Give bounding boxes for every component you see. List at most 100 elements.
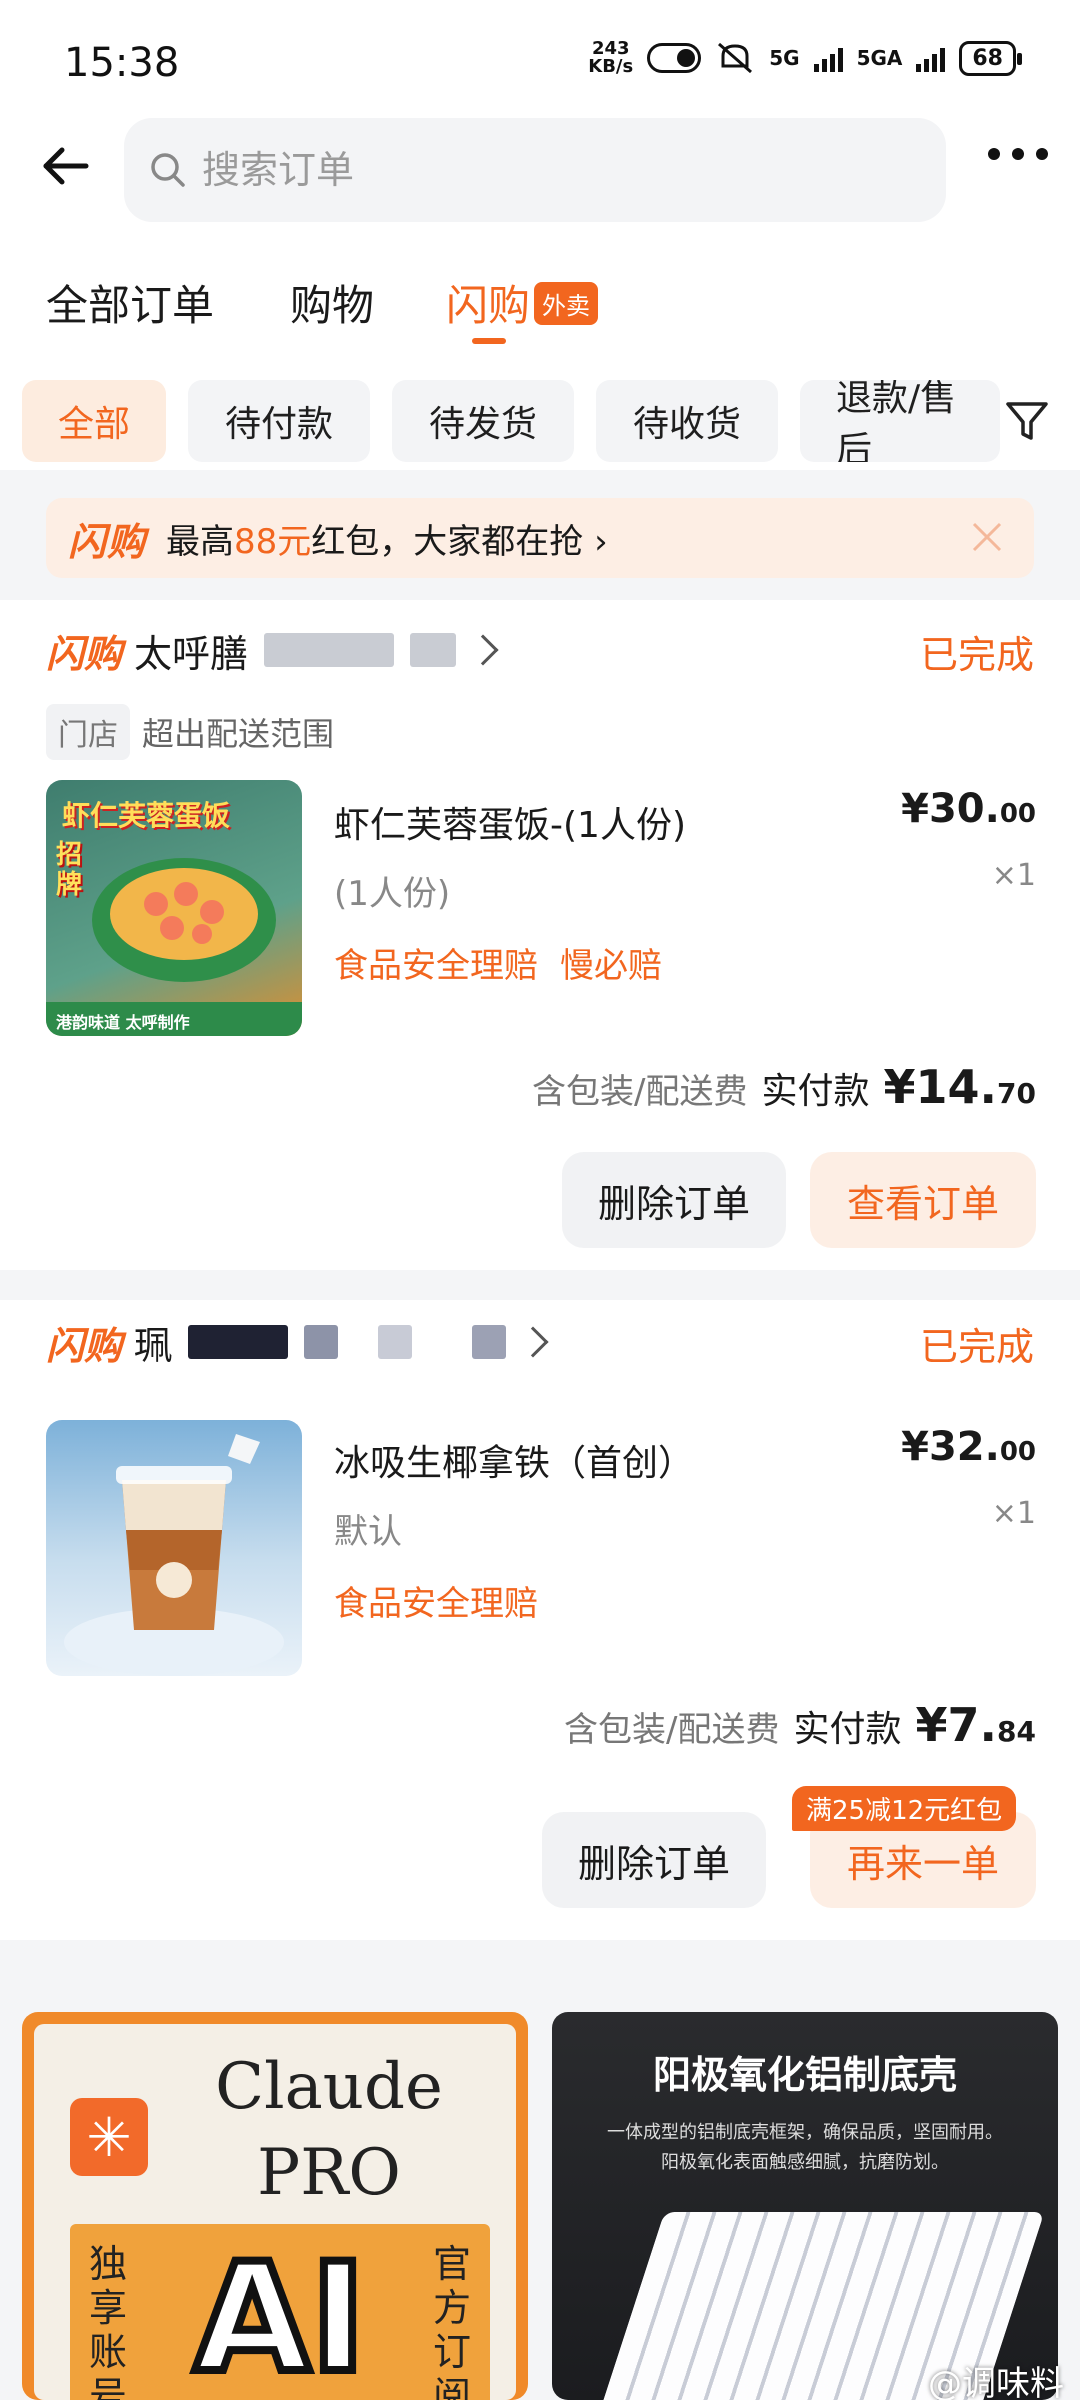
redacted-block (472, 1325, 507, 1359)
order-total: 含包装/配送费 实付款 ¥7.84 (564, 1698, 1036, 1752)
view-order-button[interactable]: 查看订单 (810, 1152, 1036, 1248)
close-icon[interactable] (970, 520, 1004, 554)
dish-plate-icon (92, 858, 276, 982)
flash-buy-logo: 闪购 (68, 519, 147, 564)
filter-icon[interactable] (1004, 398, 1050, 444)
chip-pending-receipt[interactable]: 待收货 (596, 380, 778, 462)
item-quantity: ×1 (991, 1496, 1036, 1531)
chip-refund[interactable]: 退款/售后 (800, 380, 1000, 462)
ad-side-right: 官方订阅 (432, 2242, 471, 2400)
delete-order-button[interactable]: 删除订单 (562, 1152, 786, 1248)
ad-title: Claude PRO (215, 2050, 443, 2210)
item-tags: 食品安全理赔 慢必赔 (334, 938, 662, 987)
item-tag: 慢必赔 (560, 946, 662, 986)
delete-order-button[interactable]: 删除订单 (542, 1812, 766, 1908)
tab-all-orders[interactable]: 全部订单 (46, 272, 214, 333)
more-menu-button[interactable] (988, 148, 1048, 160)
signal-bars-icon-2 (916, 44, 946, 72)
redacted-block (304, 1325, 339, 1359)
paid-label: 实付款 (761, 1071, 870, 1112)
chip-all[interactable]: 全部 (22, 380, 166, 462)
item-name: 冰吸生椰拿铁（首创） (334, 1443, 695, 1484)
item-name: 虾仁芙蓉蛋饭-(1人份) (334, 805, 686, 846)
sparkle-logo-icon: ✳ (70, 2098, 148, 2176)
store-tag: 门店 (46, 704, 130, 760)
flash-buy-logo: 闪购 (46, 631, 123, 676)
dot-icon (1036, 148, 1048, 160)
iced-coffee-cup-icon (64, 1434, 284, 1676)
signal-bars-icon (813, 44, 843, 72)
recommendation-ads: ✳ Claude PRO 独享账号 AI 官方订阅 阳极氧化铝制底壳 一体成型的… (0, 2000, 1080, 2400)
ad-subtext: 一体成型的铝制底壳框架，确保品质，坚固耐用。 (607, 2122, 1003, 2143)
status-bar: 15:38 243 KB/s 5G 5GA 68 (0, 0, 1080, 120)
item-quantity: ×1 (991, 858, 1036, 893)
ai-text: AI (190, 2230, 370, 2400)
tab-shopping[interactable]: 购物 (290, 272, 374, 333)
tab-flash-buy[interactable]: 闪购 (446, 272, 531, 344)
product-thumbnail[interactable] (46, 1420, 302, 1676)
coupon-badge: 满25减12元红包 (792, 1786, 1017, 1831)
promo-banner[interactable]: 闪购 最高88元红包，大家都在抢 › (46, 498, 1034, 578)
tab-active-indicator (472, 338, 506, 344)
paid-label: 实付款 (793, 1709, 902, 1750)
signal-label-2: 5GA (856, 46, 903, 70)
paid-amount: ¥14.70 (883, 1060, 1036, 1114)
takeout-badge: 外卖 (534, 282, 598, 325)
store-name: 珮 (134, 1323, 173, 1368)
redacted-block (188, 1325, 289, 1359)
store-row[interactable]: 闪购 珮 (46, 1314, 549, 1370)
flash-buy-logo: 闪购 (46, 1323, 123, 1368)
battery-icon: 68 (959, 40, 1022, 76)
store-row[interactable]: 闪购 太呼膳 (46, 622, 499, 678)
fee-label: 含包装/配送费 (564, 1710, 780, 1750)
chip-pending-payment[interactable]: 待付款 (188, 380, 370, 462)
order-card[interactable]: 闪购 太呼膳 已完成 门店 超出配送范围 虾仁芙蓉蛋饭 招牌 港韵味道 太呼制作… (0, 600, 1080, 1270)
item-price: ¥32.00 (901, 1424, 1036, 1470)
chevron-right-icon (517, 1326, 549, 1358)
paid-amount: ¥7.84 (915, 1698, 1036, 1752)
mute-icon (718, 42, 753, 74)
filter-chips: 全部 待付款 待发货 待收货 退款/售后 (22, 380, 1022, 462)
toggle-icon (647, 43, 702, 73)
product-thumbnail[interactable]: 虾仁芙蓉蛋饭 招牌 港韵味道 太呼制作 (46, 780, 302, 1036)
ad-card[interactable]: 阳极氧化铝制底壳 一体成型的铝制底壳框架，确保品质，坚固耐用。 阳极氧化表面触感… (552, 2012, 1058, 2400)
item-tag: 食品安全理赔 (334, 946, 538, 986)
fee-label: 含包装/配送费 (532, 1072, 748, 1112)
watermark: @调味料 (928, 2364, 1064, 2400)
item-tags: 食品安全理赔 (334, 1576, 538, 1625)
ad-headline: 阳极氧化铝制底壳 (652, 2053, 957, 2097)
status-time: 15:38 (64, 40, 180, 86)
redacted-block (410, 633, 457, 667)
ad-inner: ✳ Claude PRO 独享账号 AI 官方订阅 (34, 2024, 516, 2400)
item-tag: 食品安全理赔 (334, 1584, 538, 1624)
tab-flash-buy-label: 闪购 (446, 281, 531, 330)
order-total: 含包装/配送费 实付款 ¥14.70 (532, 1060, 1036, 1114)
ai-banner: 独享账号 AI 官方订阅 (70, 2224, 490, 2400)
net-speed: 243 KB/s (588, 38, 634, 77)
delivery-range-note: 超出配送范围 (142, 715, 335, 753)
item-spec: (1人份) (334, 874, 451, 914)
ad-subtext: 阳极氧化表面触感细腻，抗磨防划。 (661, 2152, 949, 2173)
chip-pending-shipment[interactable]: 待发货 (392, 380, 574, 462)
status-icons: 243 KB/s 5G 5GA 68 (588, 38, 1022, 77)
store-name: 太呼膳 (134, 631, 249, 676)
order-card[interactable]: 闪购 珮 已完成 冰吸生椰拿铁（首创） 默认 食品安全理赔 ¥32.00 ×1 … (0, 1300, 1080, 1940)
thumb-footer: 港韵味道 太呼制作 (46, 1002, 302, 1036)
ad-card[interactable]: ✳ Claude PRO 独享账号 AI 官方订阅 (22, 2012, 528, 2400)
ad-side-left: 独享账号 (88, 2242, 127, 2400)
search-bar[interactable] (124, 118, 946, 222)
order-status: 已完成 (919, 1325, 1034, 1369)
order-status: 已完成 (919, 633, 1034, 677)
back-arrow-icon[interactable] (34, 136, 94, 196)
signal-label-1: 5G (769, 46, 800, 70)
chevron-right-icon (467, 634, 499, 666)
search-icon (151, 153, 185, 187)
dot-icon (988, 148, 1000, 160)
store-meta: 门店 超出配送范围 (46, 704, 334, 760)
dot-icon (1012, 148, 1024, 160)
search-input[interactable] (202, 148, 902, 192)
item-price: ¥30.00 (901, 786, 1036, 832)
promo-text: 最高88元红包，大家都在抢 › (166, 521, 608, 562)
item-spec: 默认 (334, 1512, 402, 1552)
redacted-block (378, 1325, 413, 1359)
